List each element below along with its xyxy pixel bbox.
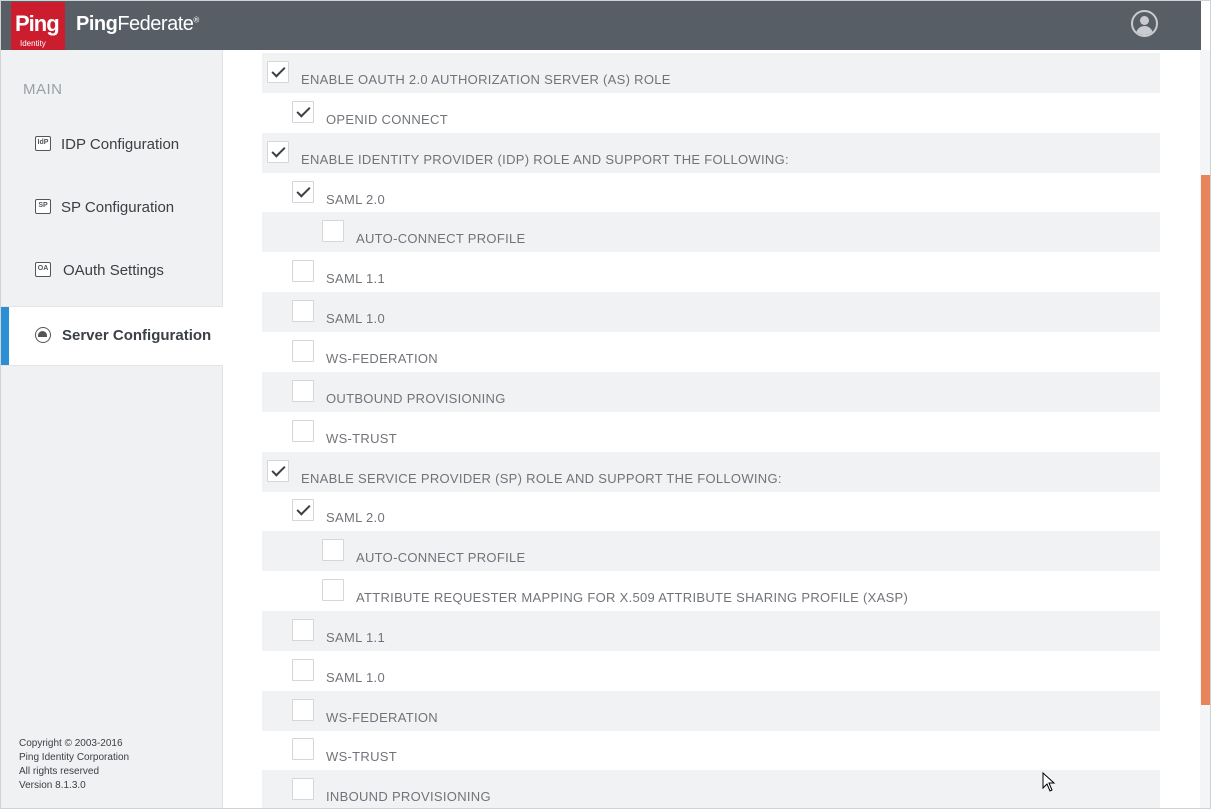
- role-option-row: AUTO-CONNECT PROFILE: [262, 531, 1160, 572]
- role-option-label: ENABLE IDENTITY PROVIDER (IDP) ROLE AND …: [301, 151, 789, 167]
- role-option-label: OUTBOUND PROVISIONING: [326, 390, 506, 406]
- user-profile-icon[interactable]: [1131, 10, 1158, 37]
- role-option-label: SAML 1.0: [326, 311, 386, 327]
- role-option-label: SAML 2.0: [326, 510, 386, 526]
- mouse-cursor-icon: [1042, 772, 1056, 792]
- role-option-row: ATTRIBUTE REQUESTER MAPPING FOR X.509 AT…: [262, 571, 1160, 611]
- product-name-bold: Ping: [76, 13, 118, 35]
- sidebar-item-idp-configuration[interactable]: IdP IDP Configuration: [1, 116, 223, 176]
- role-checkbox[interactable]: [322, 579, 344, 602]
- logo-subtext: Identity: [20, 39, 46, 48]
- sidebar-item-label: OAuth Settings: [63, 262, 164, 279]
- sidebar-item-sp-configuration[interactable]: SP SP Configuration: [1, 179, 223, 239]
- role-option-row: ENABLE OAUTH 2.0 AUTHORIZATION SERVER (A…: [262, 53, 1160, 93]
- role-option-row: SAML 1.0: [262, 651, 1160, 691]
- sidebar-item-label: IDP Configuration: [61, 136, 180, 153]
- role-option-row: WS-FEDERATION: [262, 690, 1160, 731]
- role-option-row: SAML 2.0: [262, 491, 1160, 531]
- role-option-row: ENABLE SERVICE PROVIDER (SP) ROLE AND SU…: [262, 451, 1160, 492]
- role-checkbox[interactable]: [292, 419, 314, 442]
- role-option-row: OUTBOUND PROVISIONING: [262, 371, 1160, 412]
- role-option-label: WS-FEDERATION: [326, 709, 438, 725]
- rights-text: All rights reserved: [19, 766, 100, 777]
- logo-text: Ping: [15, 11, 60, 36]
- role-checkbox[interactable]: [292, 698, 314, 721]
- sidebar-item-oauth-settings[interactable]: OA OAuth Settings: [1, 242, 223, 302]
- role-option-row: WS-TRUST: [262, 730, 1160, 770]
- registered-mark: ®: [193, 15, 199, 25]
- oauth-icon: OA: [35, 262, 51, 277]
- sidebar-item-label: SP Configuration: [61, 199, 175, 216]
- role-checkbox[interactable]: [292, 738, 314, 761]
- app-window: Ping Identity PingFederate® MAIN IdP IDP…: [0, 0, 1211, 809]
- role-option-row: WS-TRUST: [262, 412, 1160, 452]
- role-checkbox[interactable]: [292, 618, 314, 641]
- role-option-label: SAML 1.0: [326, 669, 386, 685]
- role-option-label: AUTO-CONNECT PROFILE: [356, 231, 526, 247]
- role-option-row: SAML 2.0: [262, 173, 1160, 213]
- role-checkbox[interactable]: [292, 778, 314, 801]
- role-option-label: WS-TRUST: [326, 430, 397, 446]
- role-option-label: SAML 2.0: [326, 191, 386, 207]
- role-option-row: SAML 1.1: [262, 252, 1160, 292]
- role-checkbox[interactable]: [267, 61, 289, 83]
- role-option-row: INBOUND PROVISIONING: [262, 770, 1160, 808]
- sidebar-section-title: MAIN: [23, 81, 63, 98]
- role-checkbox[interactable]: [322, 220, 344, 243]
- roles-protocols-panel: ENABLE OAUTH 2.0 AUTHORIZATION SERVER (A…: [223, 50, 1201, 808]
- role-checkbox[interactable]: [292, 100, 314, 123]
- role-option-label: ENABLE OAUTH 2.0 AUTHORIZATION SERVER (A…: [301, 72, 671, 87]
- vertical-scrollbar[interactable]: [1200, 50, 1210, 808]
- top-header: Ping Identity PingFederate®: [1, 1, 1201, 53]
- role-option-row: AUTO-CONNECT PROFILE: [262, 212, 1160, 253]
- role-checkbox[interactable]: [267, 459, 289, 482]
- sidebar-item-server-configuration[interactable]: Server Configuration: [1, 306, 232, 367]
- active-indicator: [1, 307, 9, 365]
- scrollbar-thumb[interactable]: [1201, 175, 1210, 705]
- role-option-row: SAML 1.1: [262, 610, 1160, 651]
- role-option-label: AUTO-CONNECT PROFILE: [356, 550, 526, 566]
- role-option-label: OPENID CONNECT: [326, 111, 448, 127]
- sidebar-item-label: Server Configuration: [62, 327, 212, 344]
- role-option-label: INBOUND PROVISIONING: [326, 789, 491, 805]
- role-option-row: WS-FEDERATION: [262, 332, 1160, 372]
- role-option-label: SAML 1.1: [326, 629, 386, 645]
- product-name: PingFederate®: [76, 13, 199, 36]
- role-checkbox[interactable]: [292, 658, 314, 681]
- role-checkbox[interactable]: [292, 339, 314, 362]
- role-option-label: WS-FEDERATION: [326, 350, 438, 366]
- ping-identity-logo: Ping Identity: [11, 2, 65, 53]
- role-option-label: ATTRIBUTE REQUESTER MAPPING FOR X.509 AT…: [356, 590, 909, 606]
- role-option-label: WS-TRUST: [326, 749, 397, 765]
- role-checkbox[interactable]: [292, 300, 314, 323]
- role-checkbox[interactable]: [292, 180, 314, 203]
- server-icon: [35, 327, 51, 343]
- role-checkbox[interactable]: [322, 539, 344, 562]
- sidebar-footer: Copyright © 2003-2016 Ping Identity Corp…: [19, 737, 129, 793]
- company-name: Ping Identity Corporation: [19, 752, 130, 763]
- product-name-rest: Federate: [117, 13, 194, 35]
- role-checkbox[interactable]: [292, 499, 314, 522]
- role-option-row: SAML 1.0: [262, 292, 1160, 333]
- sidebar: MAIN IdP IDP Configuration SP SP Configu…: [1, 50, 232, 808]
- role-option-row: OPENID CONNECT: [262, 93, 1160, 133]
- copyright-text: Copyright © 2003-2016: [19, 738, 123, 749]
- role-option-label: SAML 1.1: [326, 271, 386, 287]
- idp-icon: IdP: [35, 136, 51, 151]
- version-text: Version 8.1.3.0: [19, 780, 86, 791]
- role-checkbox[interactable]: [292, 379, 314, 402]
- role-checkbox[interactable]: [292, 260, 314, 283]
- role-checkbox[interactable]: [267, 140, 289, 163]
- sp-icon: SP: [35, 199, 51, 214]
- role-option-label: ENABLE SERVICE PROVIDER (SP) ROLE AND SU…: [301, 470, 782, 486]
- role-option-row: ENABLE IDENTITY PROVIDER (IDP) ROLE AND …: [262, 132, 1160, 173]
